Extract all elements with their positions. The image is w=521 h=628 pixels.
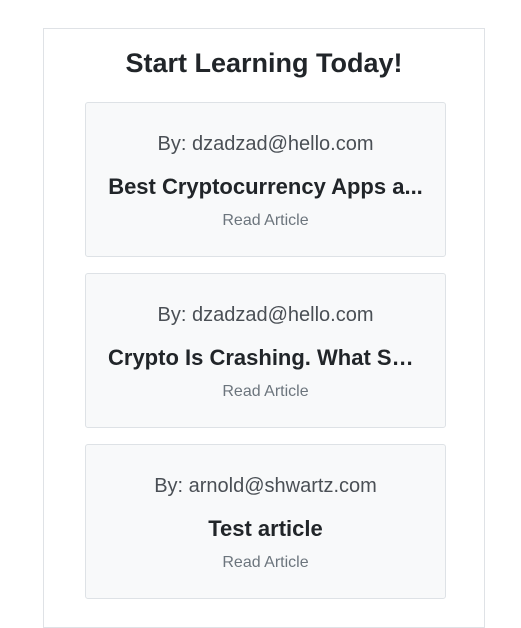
- read-article-link-container: Read Article: [86, 552, 445, 574]
- article-card[interactable]: By: arnold@shwartz.com Test article Read…: [85, 444, 446, 599]
- read-article-link[interactable]: Read Article: [222, 212, 308, 229]
- read-article-link-container: Read Article: [86, 210, 445, 232]
- read-article-link[interactable]: Read Article: [222, 383, 308, 400]
- page-title: Start Learning Today!: [125, 48, 403, 78]
- article-author: By: dzadzad@hello.com: [157, 304, 374, 326]
- article-title[interactable]: Best Cryptocurrency Apps a...: [108, 173, 423, 201]
- article-author: By: arnold@shwartz.com: [154, 475, 377, 497]
- article-title[interactable]: Test article: [108, 515, 423, 543]
- article-author: By: dzadzad@hello.com: [157, 133, 374, 155]
- article-card[interactable]: By: dzadzad@hello.com Best Cryptocurrenc…: [85, 102, 446, 257]
- article-title[interactable]: Crypto Is Crashing. What Sh...: [108, 344, 423, 372]
- articles-panel: Start Learning Today! By: dzadzad@hello.…: [43, 28, 485, 628]
- read-article-link[interactable]: Read Article: [222, 554, 308, 571]
- read-article-link-container: Read Article: [86, 381, 445, 403]
- article-card[interactable]: By: dzadzad@hello.com Crypto Is Crashing…: [85, 273, 446, 428]
